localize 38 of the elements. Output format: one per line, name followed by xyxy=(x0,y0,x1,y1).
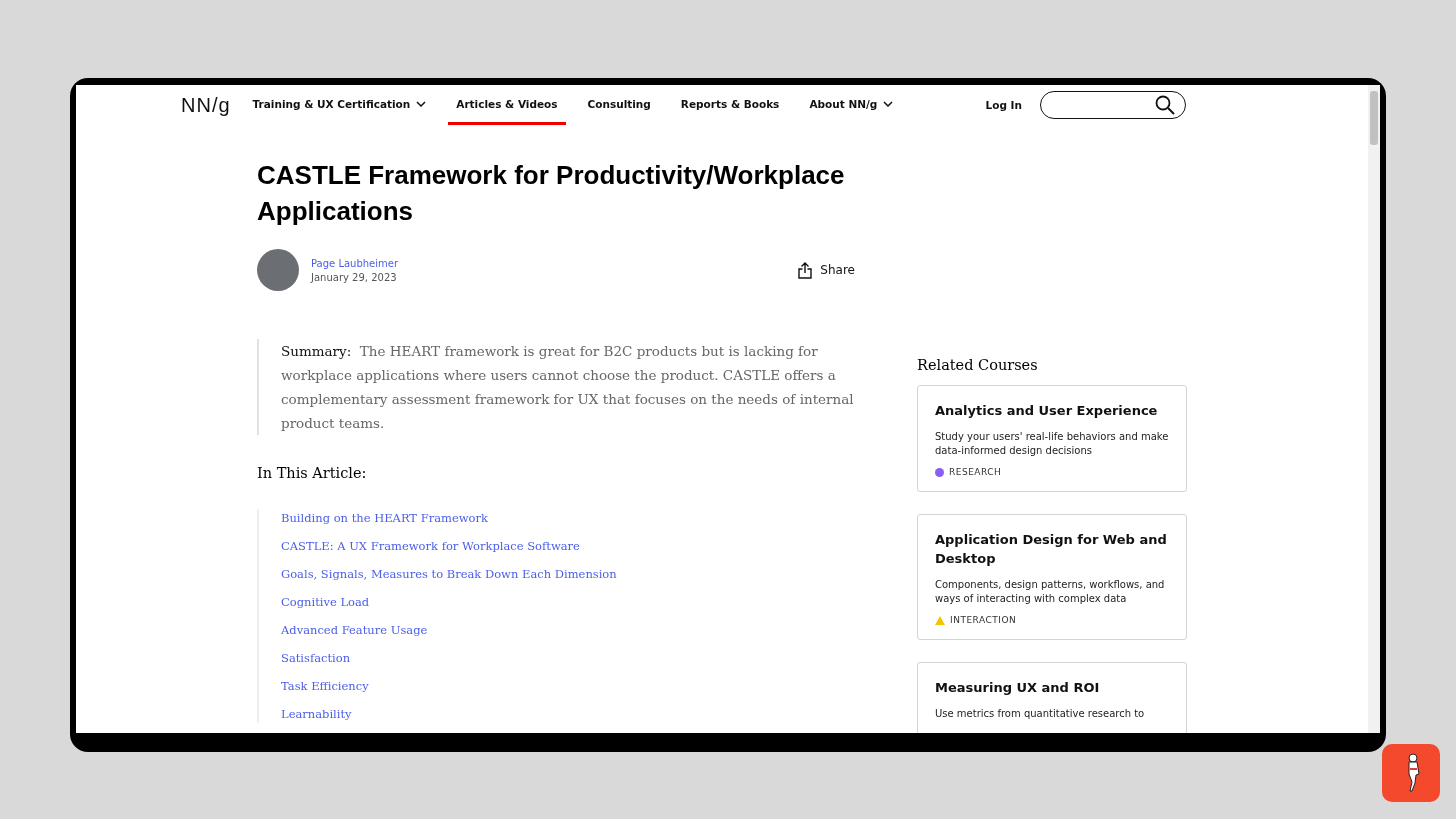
toc-link[interactable]: Task Efficiency xyxy=(281,677,857,695)
author-link[interactable]: Page Laubheimer xyxy=(311,257,399,269)
toc-link[interactable]: Goals, Signals, Measures to Break Down Each Dimension xyxy=(281,565,857,583)
logo[interactable]: NN/g xyxy=(181,93,231,117)
course-card[interactable]: Analytics and User Experience Study your users' real-life behaviors and make data-informed design decisions RESEARCH xyxy=(917,385,1187,492)
article-title: CASTLE Framework for Productivity/Workplace Applications xyxy=(257,159,846,228)
publish-date: January 29, 2023 xyxy=(311,271,398,283)
nav-link[interactable]: Training & UX Certification xyxy=(244,85,435,125)
nav-link[interactable]: Articles & Videos xyxy=(448,85,566,125)
course-title: Application Design for Web and Desktop xyxy=(935,531,1168,568)
astronaut-app-icon xyxy=(1382,744,1440,802)
course-category: RESEARCH xyxy=(949,467,1002,477)
course-category: INTERACTION xyxy=(950,615,1017,625)
course-description: Components, design patterns, workflows, and ways of interacting with complex data xyxy=(935,578,1166,606)
toc-link[interactable]: Learnability xyxy=(281,705,857,723)
scrollbar-thumb[interactable] xyxy=(1370,91,1378,145)
search-icon xyxy=(1155,95,1175,115)
toc-heading: In This Article: xyxy=(257,465,368,481)
summary-text: Summary: The HEART framework is great for B2C products but is lacking for workplace applications where users cannot choose the product. CASTLE offers a complementary assessment framework for UX that focuses on the needs of internal product teams. xyxy=(257,339,857,435)
course-title: Analytics and User Experience xyxy=(935,402,1159,420)
toc-link[interactable]: Satisfaction xyxy=(281,649,857,667)
toc-link[interactable]: Cognitive Load xyxy=(281,593,857,611)
login-link[interactable]: Log In xyxy=(985,99,1022,111)
course-description: Study your users' real-life behaviors and make data-informed design decisions xyxy=(935,430,1169,458)
toc-link[interactable]: Advanced Feature Usage xyxy=(281,621,857,639)
share-button[interactable]: Share xyxy=(792,260,861,280)
course-title: Measuring UX and ROI xyxy=(935,679,1101,697)
nav-link[interactable]: Consulting xyxy=(579,85,659,125)
nav-link[interactable]: About NN/g xyxy=(801,85,902,125)
avatar xyxy=(257,249,299,291)
toc-link[interactable]: Building on the HEART Framework xyxy=(281,509,857,527)
course-card[interactable]: Measuring UX and ROI Use metrics from quantitative research to xyxy=(917,662,1187,733)
course-description: Use metrics from quantitative research to xyxy=(935,707,1146,721)
share-icon xyxy=(798,261,813,279)
toc-link[interactable]: CASTLE: A UX Framework for Workplace Software xyxy=(281,537,857,555)
nav-link[interactable]: Reports & Books xyxy=(672,85,788,125)
related-heading: Related Courses xyxy=(917,357,1039,373)
course-card[interactable]: Application Design for Web and Desktop Components, design patterns, workflows, and ways of interacting with complex data INTERACTION xyxy=(917,514,1187,640)
